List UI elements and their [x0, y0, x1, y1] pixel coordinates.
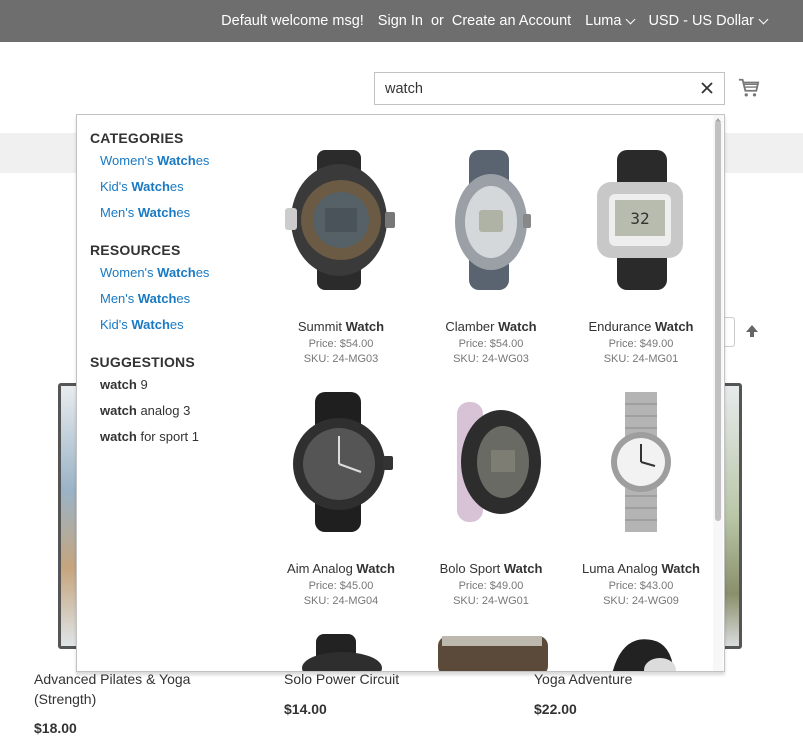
arrow-up-icon[interactable] — [744, 323, 760, 339]
currency-switcher[interactable]: USD - US Dollar — [648, 13, 769, 29]
categories-title: CATEGORIES — [90, 130, 184, 146]
product-name-line: Advanced Pilates & Yoga — [34, 671, 191, 687]
search-input[interactable] — [385, 80, 685, 97]
product-name: Luma Analog Watch — [581, 561, 701, 576]
svg-text:32: 32 — [630, 209, 649, 228]
product-item[interactable]: Clamber Watch Price: $54.00 SKU: 24-WG03 — [416, 150, 566, 367]
suggestion-link[interactable]: watch analog 3 — [100, 403, 270, 429]
product-image — [302, 634, 382, 671]
sign-in-link[interactable]: Sign In — [378, 13, 423, 29]
product-image — [293, 392, 393, 532]
resource-link[interactable]: Men's Watches — [100, 291, 270, 317]
create-account-link[interactable]: Create an Account — [452, 13, 571, 29]
product-meta: Price: $45.00 SKU: 24-MG04 — [303, 580, 379, 607]
product-image — [457, 402, 541, 522]
product-image — [285, 150, 395, 290]
cart-icon[interactable] — [738, 77, 760, 99]
suggestions-title: SUGGESTIONS — [90, 354, 195, 370]
product-price: $22.00 — [534, 701, 577, 717]
chevron-down-icon — [626, 14, 636, 24]
resource-link[interactable]: Kid's Watches — [100, 317, 270, 343]
search-field[interactable] — [374, 72, 725, 105]
page: Default welcome msg! Sign In or Create a… — [0, 0, 803, 753]
suggestion-link[interactable]: watch for sport 1 — [100, 429, 270, 455]
currency-label: USD - US Dollar — [648, 13, 754, 29]
store-label: Luma — [585, 13, 622, 29]
product-name: Summit Watch — [297, 319, 385, 334]
chevron-down-icon — [758, 14, 769, 24]
product-item[interactable]: Bolo Sport Watch Price: $49.00 SKU: 24-WG… — [416, 392, 566, 609]
product-meta: Price: $49.00 SKU: 24-WG01 — [453, 580, 529, 607]
product-image — [611, 392, 671, 532]
category-link[interactable]: Kid's Watches — [100, 179, 270, 205]
product-item[interactable]: Luma Analog Watch Price: $43.00 SKU: 24-W… — [566, 392, 716, 609]
scrollbar-thumb[interactable] — [715, 121, 721, 521]
product-name-link[interactable]: Yoga Adventure — [534, 669, 632, 689]
product-meta: Price: $54.00 SKU: 24-WG03 — [453, 338, 529, 365]
category-link[interactable]: Women's Watches — [100, 153, 270, 179]
suggestions-list: watch 9 watch analog 3 watch for sport 1 — [100, 377, 270, 455]
product-name-link[interactable]: Advanced Pilates & Yoga (Strength) — [34, 669, 190, 709]
resources-list: Women's Watches Men's Watches Kid's Watc… — [100, 265, 270, 343]
categories-list: Women's Watches Kid's Watches Men's Watc… — [100, 153, 270, 231]
store-switcher[interactable]: Luma — [585, 13, 636, 29]
product-image: 32 — [597, 150, 683, 290]
resource-link[interactable]: Women's Watches — [100, 265, 270, 291]
product-name: Endurance Watch — [588, 319, 694, 334]
product-name-link[interactable]: Solo Power Circuit — [284, 669, 399, 689]
category-link[interactable]: Men's Watches — [100, 205, 270, 231]
suggestion-link[interactable]: watch 9 — [100, 377, 270, 403]
search-autocomplete: CATEGORIES Women's Watches Kid's Watches… — [76, 114, 725, 672]
autocomplete-sidebar: CATEGORIES Women's Watches Kid's Watches… — [90, 128, 270, 464]
product-price: $18.00 — [34, 720, 77, 736]
resources-title: RESOURCES — [90, 242, 181, 258]
product-image — [438, 636, 548, 671]
or-text: or — [430, 13, 444, 29]
product-price: $14.00 — [284, 701, 327, 717]
product-image — [455, 150, 531, 290]
product-item[interactable]: Aim Analog Watch Price: $45.00 SKU: 24-MG… — [266, 392, 416, 609]
product-name: Clamber Watch — [445, 319, 537, 334]
product-image — [612, 639, 676, 671]
product-item[interactable]: Summit Watch Price: $54.00 SKU: 24-MG03 — [266, 150, 416, 367]
product-name: Aim Analog Watch — [287, 561, 395, 576]
product-item[interactable]: 32 Endurance Watch Price: $49.00 SKU: 24-… — [566, 150, 716, 367]
product-name: Bolo Sport Watch — [439, 561, 543, 576]
product-meta: Price: $49.00 SKU: 24-MG01 — [603, 338, 679, 365]
welcome-message: Default welcome msg! — [221, 13, 364, 29]
product-meta: Price: $54.00 SKU: 24-MG03 — [303, 338, 379, 365]
product-meta: Price: $43.00 SKU: 24-WG09 — [603, 580, 679, 607]
top-bar: Default welcome msg! Sign In or Create a… — [0, 0, 803, 42]
close-icon[interactable] — [698, 79, 716, 97]
product-name-line: (Strength) — [34, 691, 97, 707]
